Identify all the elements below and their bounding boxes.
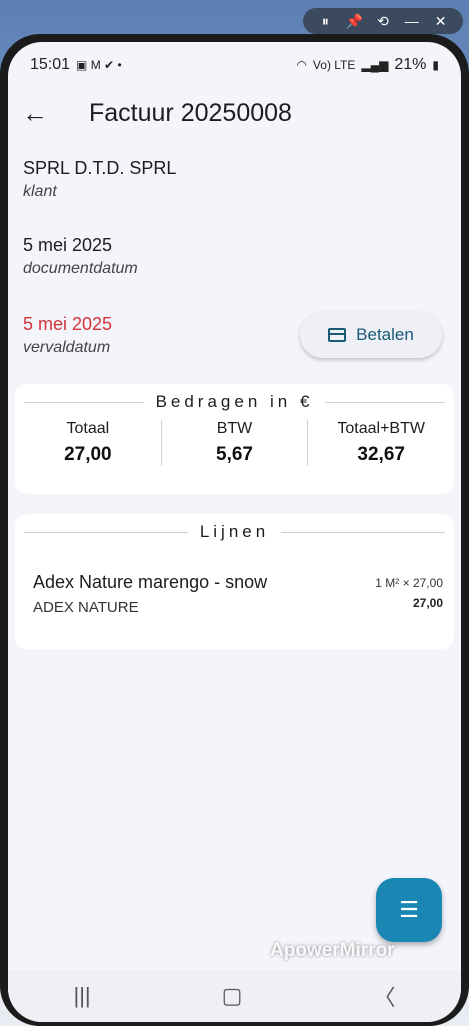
divider xyxy=(24,401,144,403)
system-nav-bar: ||| ▢ 〈 xyxy=(8,970,461,1022)
notification-icons: ▣ M ✔ • xyxy=(76,58,122,72)
credit-card-icon xyxy=(328,328,347,342)
pause-icon[interactable]: ⏸ xyxy=(316,12,334,30)
lines-heading: Lijnen xyxy=(199,522,270,541)
pin-icon[interactable]: 📌 xyxy=(345,12,363,30)
customer-field: SPRL D.T.D. SPRL klant xyxy=(8,158,461,201)
minimize-icon[interactable]: — xyxy=(403,12,421,30)
amount-header: Totaal+BTW xyxy=(337,420,425,437)
due-date-label: vervaldatum xyxy=(23,338,111,356)
wifi-icon: ◠ xyxy=(296,58,307,72)
back-nav-icon[interactable]: 〈 xyxy=(373,980,395,1012)
status-bar: 15:01 ▣ M ✔ • ◠ Vo) LTE ▂▄▆ 21% ▮ xyxy=(8,42,461,88)
list-item[interactable]: Adex Nature marengo - snow ADEX NATURE 1… xyxy=(15,542,454,616)
amount-value: 5,67 xyxy=(216,444,253,465)
close-icon[interactable]: ✕ xyxy=(432,12,450,30)
menu-fab-button[interactable]: ☰ xyxy=(376,878,442,942)
battery-icon: ▮ xyxy=(432,58,439,72)
home-icon[interactable]: ▢ xyxy=(222,983,243,1009)
amount-total: Totaal 27,00 xyxy=(15,420,161,466)
line-item-name: Adex Nature marengo - snow xyxy=(33,572,268,592)
rotate-icon[interactable]: ⟲ xyxy=(374,12,392,30)
back-arrow-icon[interactable]: ← xyxy=(22,98,58,129)
document-date-label: documentdatum xyxy=(23,260,138,277)
lines-card: Lijnen Adex Nature marengo - snow ADEX N… xyxy=(15,514,454,649)
divider xyxy=(281,531,445,533)
line-item-brand: ADEX NATURE xyxy=(33,599,139,616)
amount-total-incl-vat: Totaal+BTW 32,67 xyxy=(307,420,454,466)
recent-apps-icon[interactable]: ||| xyxy=(74,983,91,1009)
customer-value: SPRL D.T.D. SPRL xyxy=(23,158,177,178)
phone-frame: 15:01 ▣ M ✔ • ◠ Vo) LTE ▂▄▆ 21% ▮ ← Fact… xyxy=(0,34,469,1026)
document-date-field: 5 mei 2025 documentdatum xyxy=(8,235,461,278)
line-item-total: 27,00 xyxy=(412,596,443,610)
amounts-section-title: Bedragen in € xyxy=(15,392,454,412)
menu-icon: ☰ xyxy=(399,897,419,922)
status-time: 15:01 xyxy=(30,56,71,73)
pay-button-label: Betalen xyxy=(356,325,414,344)
page-title: Factuur 20250008 xyxy=(89,98,292,127)
divider xyxy=(325,401,445,403)
battery-level: 21% xyxy=(394,56,427,73)
amount-header: BTW xyxy=(216,420,253,437)
phone-screen: 15:01 ▣ M ✔ • ◠ Vo) LTE ▂▄▆ 21% ▮ ← Fact… xyxy=(8,42,461,1022)
customer-label: klant xyxy=(23,183,57,200)
app-bar: ← Factuur 20250008 xyxy=(8,88,461,138)
watermark: ApowerMirror xyxy=(270,940,395,961)
amount-vat: BTW 5,67 xyxy=(160,420,308,466)
network-label: Vo) LTE xyxy=(312,58,356,72)
amounts-row: Totaal 27,00 BTW 5,67 Totaal+BTW 32,67 xyxy=(15,420,454,466)
line-item-quantity: 1 M² × 27,00 xyxy=(375,576,443,590)
signal-icon: ▂▄▆ xyxy=(361,58,389,72)
pay-button[interactable]: Betalen xyxy=(300,312,442,358)
due-date-row: 5 mei 2025 vervaldatum Betalen xyxy=(8,312,461,358)
amount-value: 27,00 xyxy=(64,444,112,465)
document-date-value: 5 mei 2025 xyxy=(23,235,113,255)
lines-section-title: Lijnen xyxy=(15,522,454,542)
amounts-heading: Bedragen in € xyxy=(155,392,314,411)
due-date-value: 5 mei 2025 xyxy=(23,313,113,334)
divider xyxy=(24,531,188,533)
mirror-toolbar: ⏸ 📌 ⟲ — ✕ xyxy=(303,8,463,34)
amount-value: 32,67 xyxy=(357,444,405,465)
amounts-card: Bedragen in € Totaal 27,00 BTW 5,67 Tota… xyxy=(15,384,454,494)
amount-header: Totaal xyxy=(66,420,110,437)
